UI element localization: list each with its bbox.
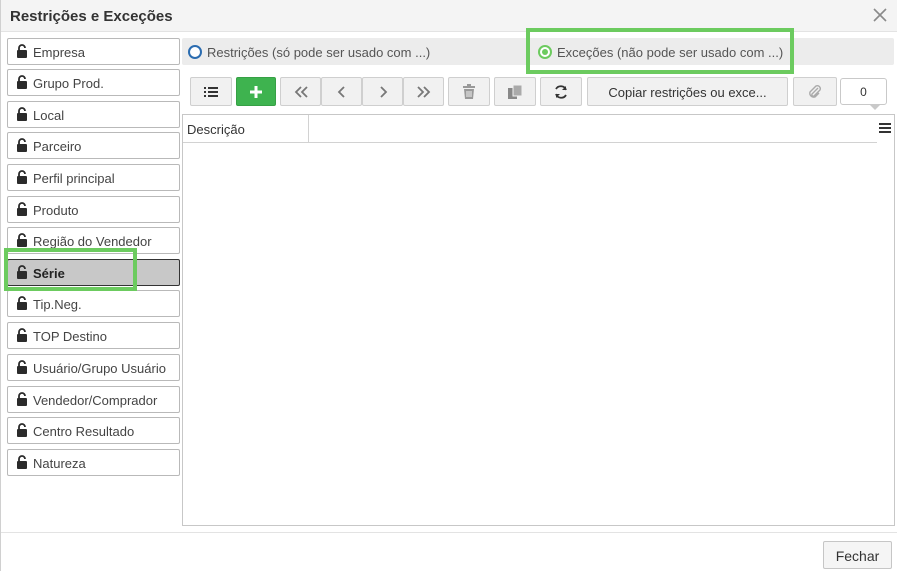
copy-restrictions-label: Copiar restrições ou exce...: [608, 85, 767, 100]
sidebar-item-label: Natureza: [33, 456, 86, 471]
delete-button[interactable]: [448, 77, 490, 106]
lock-icon: [16, 44, 28, 58]
attachment-button[interactable]: [793, 77, 837, 106]
sidebar-item-label: Empresa: [33, 45, 86, 60]
sidebar-item[interactable]: Usuário/Grupo Usuário: [7, 354, 180, 381]
sidebar-item-label: Vendedor/Comprador: [33, 393, 158, 408]
lock-icon: [16, 138, 28, 152]
sidebar-item[interactable]: Região do Vendedor: [7, 227, 180, 254]
sidebar-item-label: Perfil principal: [33, 171, 115, 186]
radio-restricoes-label: Restrições (só pode ser usado com ...): [207, 45, 431, 60]
column-header-label: Descrição: [187, 122, 245, 137]
sidebar-item-label: Grupo Prod.: [33, 76, 104, 91]
previous-record-button[interactable]: [321, 77, 362, 106]
sidebar-item[interactable]: Produto: [7, 196, 180, 223]
first-record-button[interactable]: [280, 77, 321, 106]
last-record-button[interactable]: [403, 77, 444, 106]
copy-icon: [508, 84, 523, 99]
close-button[interactable]: Fechar: [823, 541, 892, 569]
sidebar-item[interactable]: Parceiro: [7, 132, 180, 159]
refresh-button[interactable]: [540, 77, 582, 106]
paperclip-icon: [809, 84, 821, 98]
lock-icon: [16, 455, 28, 469]
list-icon: [204, 86, 218, 97]
sidebar-item-label: Produto: [33, 203, 79, 218]
sidebar-item-label: Centro Resultado: [33, 424, 135, 439]
lock-icon: [16, 202, 28, 216]
sidebar-item-label: Tip.Neg.: [33, 297, 82, 312]
sidebar-item[interactable]: Vendedor/Comprador: [7, 386, 180, 413]
attachment-count: 0: [860, 85, 867, 99]
chevron-right-icon: [379, 85, 387, 98]
duplicate-button[interactable]: [494, 77, 536, 106]
attachment-count-badge: 0: [840, 78, 887, 110]
lock-icon: [16, 265, 28, 279]
add-button[interactable]: [236, 77, 276, 106]
sidebar-item-label: Parceiro: [33, 139, 82, 154]
sidebar-item[interactable]: Grupo Prod.: [7, 69, 180, 96]
next-record-button[interactable]: [362, 77, 403, 106]
sidebar-item[interactable]: Local: [7, 101, 180, 128]
lock-icon: [16, 423, 28, 437]
column-header-descricao[interactable]: Descrição: [183, 115, 309, 142]
lock-icon: [16, 328, 28, 342]
radio-circle-icon: [188, 45, 202, 59]
lock-icon: [16, 75, 28, 89]
lock-icon: [16, 392, 28, 406]
restrictions-dialog: Restrições e Exceções Empresa Grupo Prod.…: [0, 0, 897, 571]
lock-icon: [16, 107, 28, 121]
mode-radio-bar: Restrições (só pode ser usado com ...) E…: [182, 38, 894, 65]
double-chevron-left-icon: [294, 85, 308, 98]
lock-icon: [16, 296, 28, 310]
sidebar-item[interactable]: Tip.Neg.: [7, 290, 180, 317]
plus-icon: [250, 85, 262, 98]
sidebar-item[interactable]: Série: [7, 259, 180, 286]
sidebar-item[interactable]: Empresa: [7, 38, 180, 65]
lock-icon: [16, 233, 28, 247]
double-chevron-right-icon: [416, 85, 430, 98]
grid-header: Descrição: [183, 115, 877, 143]
footer-divider: [1, 532, 897, 533]
copy-restrictions-button[interactable]: Copiar restrições ou exce...: [587, 77, 788, 106]
list-view-button[interactable]: [190, 77, 232, 106]
lock-icon: [16, 360, 28, 374]
title-bar: Restrições e Exceções: [1, 0, 897, 32]
sidebar-item[interactable]: Centro Resultado: [7, 417, 180, 444]
sidebar-item-label: Local: [33, 108, 65, 123]
sidebar-item-label: TOP Destino: [33, 329, 107, 344]
radio-excecoes-label: Exceções (não pode ser usado com ...): [557, 45, 784, 60]
sidebar-item[interactable]: Perfil principal: [7, 164, 180, 191]
radio-circle-checked-icon: [538, 45, 552, 59]
close-icon[interactable]: [870, 5, 890, 25]
sidebar-item[interactable]: Natureza: [7, 449, 180, 476]
sidebar-item[interactable]: TOP Destino: [7, 322, 180, 349]
close-button-label: Fechar: [835, 548, 880, 564]
lock-icon: [16, 170, 28, 184]
chevron-left-icon: [337, 85, 345, 98]
sidebar-item-label: Série: [33, 266, 65, 281]
records-grid[interactable]: Descrição: [182, 114, 895, 526]
dialog-title: Restrições e Exceções: [10, 8, 173, 25]
sidebar-item-label: Região do Vendedor: [33, 234, 152, 249]
column-menu-icon[interactable]: [877, 115, 894, 142]
trash-icon: [463, 83, 475, 99]
refresh-icon: [555, 84, 567, 99]
sidebar-item-label: Usuário/Grupo Usuário: [33, 361, 166, 376]
